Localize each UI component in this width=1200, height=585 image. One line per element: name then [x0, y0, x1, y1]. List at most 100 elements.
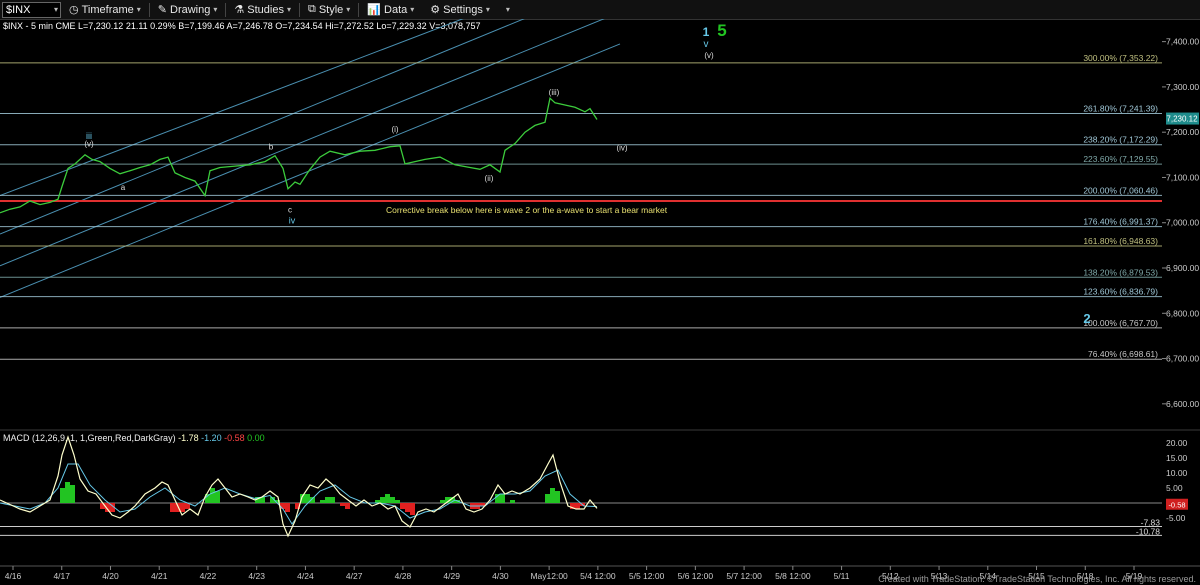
last-price-label: 7,230.12 [1166, 115, 1198, 124]
price-chart[interactable]: $INX - 5 min CME L=7,230.12 21.11 0.29% … [0, 19, 1200, 585]
macd-histogram-bar-50 [575, 503, 580, 509]
chevron-down-icon: ▾ [136, 5, 141, 14]
fib-label-5: 176.40% (6,991.37) [1083, 217, 1158, 227]
style-button[interactable]: ⧉ Style ▾ [300, 0, 358, 19]
macd-histogram-bar-3 [100, 503, 105, 509]
time-tick-label-12: 5/4 12:00 [580, 571, 616, 581]
time-tick-label-3: 4/21 [151, 571, 168, 581]
header-stat-7: Lo=7,229.32 [376, 21, 429, 31]
price-tick-label-6: 6,800.00 [1166, 308, 1199, 318]
macd-histogram-bar-34 [405, 503, 410, 512]
price-tick-label-2: 7,200.00 [1166, 127, 1199, 137]
symbol-text: $INX [6, 3, 31, 16]
macd-ref-label-1: -10.78 [1136, 526, 1160, 536]
style-label: Style [318, 3, 344, 16]
footer-credit: Created with TradeStation. ©TradeStation… [878, 574, 1196, 584]
drawing-label: Drawing [170, 3, 211, 16]
macd-histogram-bar-0 [60, 488, 65, 503]
macd-histogram-bar-31 [390, 497, 395, 503]
time-tick-label-8: 4/28 [395, 571, 412, 581]
fib-label-8: 123.60% (6,836.79) [1083, 287, 1158, 297]
macd-histogram-bar-33 [400, 503, 405, 509]
timeframe-label: Timeframe [81, 3, 134, 16]
macd-histogram-bar-11 [210, 488, 215, 503]
studies-label: Studies [247, 3, 284, 16]
header-stat-0: L=7,230.12 [78, 21, 126, 31]
wave-label-7: (ii) [485, 174, 494, 183]
wave-label-10: 1 [703, 25, 710, 39]
support-annotation: Corrective break below here is wave 2 or… [386, 205, 668, 215]
macd-histogram-bar-25 [330, 497, 335, 503]
fib-label-3: 223.60% (7,129.55) [1083, 154, 1158, 164]
chevron-down-icon: ▾ [485, 5, 490, 14]
time-tick-label-5: 4/23 [248, 571, 265, 581]
macd-value-2: -0.58 [224, 433, 247, 443]
time-tick-label-10: 4/30 [492, 571, 509, 581]
time-tick-label-7: 4/27 [346, 571, 363, 581]
wave-label-12: v [704, 39, 709, 50]
time-tick-label-6: 4/24 [297, 571, 314, 581]
clock-icon: ◷ [69, 4, 79, 16]
macd-tick-label-0: 20.00 [1166, 438, 1188, 448]
header-stat-5: O=7,234.54 [275, 21, 325, 31]
symbol-dropdown-icon: ▾ [53, 5, 58, 14]
macd-header-label: MACD (12,26,9, 1, 1,Green,Red,DarkGray) [3, 433, 178, 443]
wave-label-8: (iii) [549, 88, 560, 97]
macd-histogram-bar-30 [385, 494, 390, 503]
symbol-input[interactable]: $INX ▾ [2, 1, 61, 18]
macd-signal-line [0, 463, 598, 525]
fib-label-4: 200.00% (7,060.46) [1083, 185, 1158, 195]
macd-histogram-bar-27 [345, 503, 350, 509]
macd-tick-label-neg: -5.00 [1166, 513, 1186, 523]
price-tick-label-3: 7,100.00 [1166, 172, 1199, 182]
fib-label-7: 138.20% (6,879.53) [1083, 267, 1158, 277]
studies-button[interactable]: ⚗ Studies ▾ [226, 0, 299, 19]
macd-histogram-bar-6 [170, 503, 175, 512]
macd-histogram-bar-29 [380, 497, 385, 503]
fib-label-1: 261.80% (7,241.39) [1083, 103, 1158, 113]
more-button[interactable]: ▾ [498, 0, 518, 19]
settings-label: Settings [443, 3, 483, 16]
wave-label-3: b [269, 142, 274, 151]
macd-value-0: -1.78 [178, 433, 201, 443]
macd-main-line [0, 435, 598, 538]
timeframe-button[interactable]: ◷ Timeframe ▾ [61, 0, 149, 19]
wave-label-1: (v) [84, 140, 94, 149]
header-stat-1: 21.11 [126, 21, 150, 31]
drawing-button[interactable]: ✎ Drawing ▾ [150, 0, 226, 19]
price-tick-label-8: 6,600.00 [1166, 399, 1199, 409]
chevron-down-icon: ▾ [286, 5, 291, 14]
macd-histogram-bar-48 [555, 491, 560, 503]
chevron-down-icon: ▾ [410, 5, 415, 14]
price-tick-label-7: 6,700.00 [1166, 354, 1199, 364]
time-tick-label-1: 4/17 [53, 571, 70, 581]
settings-button[interactable]: ⚙ Settings ▾ [422, 0, 498, 19]
header-stat-3: B=7,199.46 [178, 21, 226, 31]
macd-histogram-bar-32 [395, 500, 400, 503]
time-tick-label-11: May12:00 [530, 571, 568, 581]
wave-label-14: 2 [1083, 311, 1090, 326]
macd-histogram-bar-35 [410, 503, 415, 515]
gear-icon: ⚙ [430, 4, 441, 16]
macd-header: MACD (12,26,9, 1, 1,Green,Red,DarkGray) … [3, 433, 265, 443]
style-icon: ⧉ [307, 3, 316, 15]
pencil-icon: ✎ [157, 4, 167, 16]
chevron-down-icon: ▾ [505, 5, 510, 14]
price-tick-label-1: 7,300.00 [1166, 82, 1199, 92]
wave-label-5: iv [289, 216, 296, 226]
macd-current-label: -0.58 [1168, 501, 1185, 510]
macd-tick-label-2: 10.00 [1166, 468, 1188, 478]
macd-histogram-bar-12 [215, 491, 220, 503]
channel-line-0 [0, 19, 464, 197]
macd-histogram-bar-46 [545, 494, 550, 503]
time-tick-label-13: 5/5 12:00 [629, 571, 665, 581]
wave-label-11: 5 [717, 21, 726, 40]
price-tick-label-4: 7,000.00 [1166, 218, 1199, 228]
wave-label-6: (i) [391, 125, 398, 134]
chevron-down-icon: ▾ [346, 5, 351, 14]
time-tick-label-14: 5/6 12:00 [678, 571, 714, 581]
data-button[interactable]: 📊 Data ▾ [359, 0, 422, 19]
time-tick-label-0: 4/16 [5, 571, 22, 581]
time-tick-label-4: 4/22 [200, 571, 217, 581]
macd-histogram-bar-8 [180, 503, 185, 512]
